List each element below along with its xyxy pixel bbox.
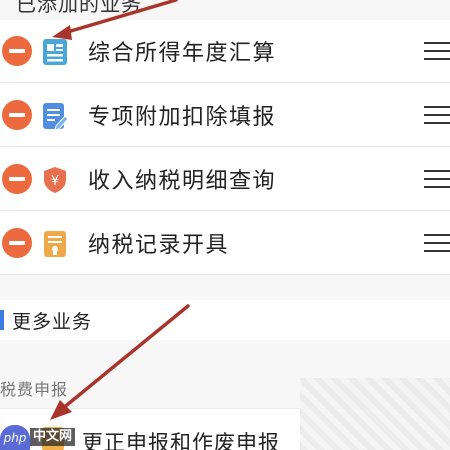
service-label: 收入纳税明细查询 bbox=[88, 169, 277, 194]
service-row-income-query[interactable]: ¥ 收入纳税明细查询 bbox=[0, 148, 450, 211]
php-logo-icon: php bbox=[0, 425, 30, 450]
drag-handle-icon[interactable] bbox=[424, 106, 450, 124]
screen: 已添加的业务 综合所得年度汇算 专项附加扣除填报 ¥ 收入纳税明细查询 纳税记录… bbox=[0, 0, 450, 450]
blurred-region bbox=[300, 378, 450, 450]
tax-record-certificate-icon bbox=[44, 231, 66, 257]
more-services-title: 更多业务 bbox=[12, 311, 93, 333]
service-label: 更正申报和作废申报 bbox=[82, 431, 280, 450]
yuan-shield-icon: ¥ bbox=[44, 167, 66, 193]
remove-button[interactable] bbox=[2, 100, 32, 130]
deduction-form-edit-icon bbox=[43, 103, 68, 130]
section-accent-bar bbox=[0, 310, 4, 330]
tax-filing-subsection-title: 税费申报 bbox=[0, 380, 69, 399]
added-services-header: 已添加的业务 bbox=[0, 0, 450, 20]
remove-button[interactable] bbox=[2, 164, 32, 194]
service-row-special-deduction[interactable]: 专项附加扣除填报 bbox=[0, 84, 450, 147]
svg-text:¥: ¥ bbox=[51, 174, 59, 189]
service-label: 综合所得年度汇算 bbox=[88, 41, 277, 66]
watermark-text: 中文网 bbox=[30, 428, 76, 446]
annual-settlement-doc-icon bbox=[43, 39, 67, 65]
section-divider bbox=[0, 275, 450, 300]
service-label: 纳税记录开具 bbox=[88, 233, 230, 258]
remove-button[interactable] bbox=[2, 36, 32, 66]
drag-handle-icon[interactable] bbox=[424, 170, 450, 188]
more-services-header: 更多业务 bbox=[0, 300, 450, 340]
added-services-title: 已添加的业务 bbox=[16, 0, 142, 16]
drag-handle-icon[interactable] bbox=[424, 42, 450, 60]
site-watermark: php 中文网 bbox=[0, 425, 80, 450]
remove-button[interactable] bbox=[2, 228, 32, 258]
service-row-annual-settlement[interactable]: 综合所得年度汇算 bbox=[0, 20, 450, 83]
drag-handle-icon[interactable] bbox=[424, 234, 450, 252]
service-label: 专项附加扣除填报 bbox=[88, 105, 277, 130]
service-row-tax-record[interactable]: 纳税记录开具 bbox=[0, 212, 450, 275]
